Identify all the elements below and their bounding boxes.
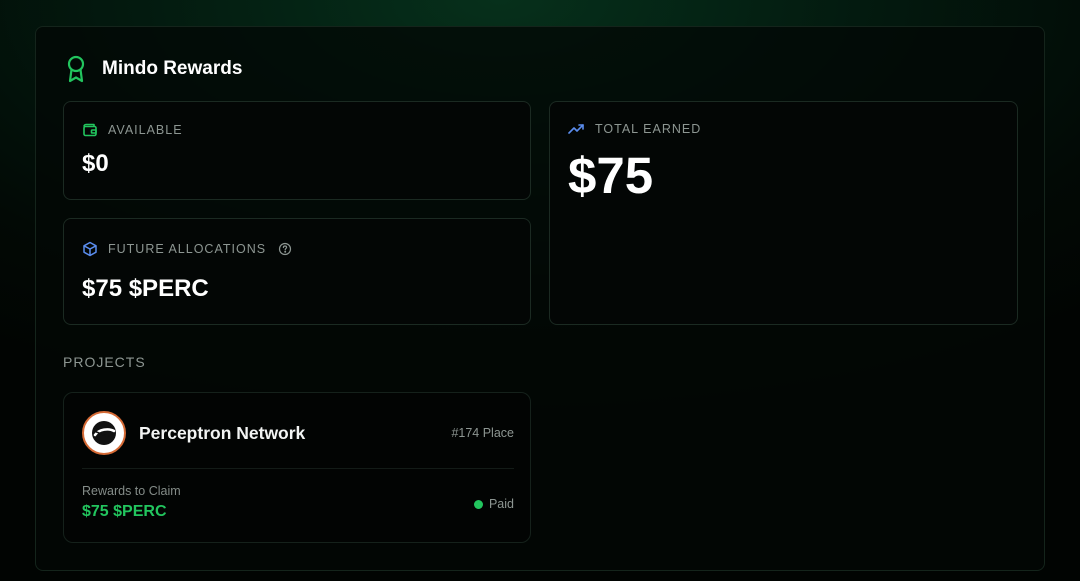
available-value: $0 [82, 150, 109, 177]
future-allocations-card: FUTURE ALLOCATIONS $75 $PERC [63, 218, 531, 325]
perceptron-logo-icon [90, 419, 118, 447]
trending-up-icon [568, 122, 585, 136]
future-allocations-label: FUTURE ALLOCATIONS [108, 242, 267, 256]
panel-header: Mindo Rewards [64, 55, 242, 83]
status-badge: Paid [473, 497, 514, 511]
status-text: Paid [488, 497, 514, 511]
projects-heading: PROJECTS [63, 354, 146, 370]
available-card: AVAILABLE $0 [63, 101, 531, 200]
project-name: Perceptron Network [139, 423, 306, 443]
help-circle-icon[interactable] [278, 242, 292, 256]
available-label: AVAILABLE [108, 123, 183, 137]
project-rank: #174 Place [451, 426, 514, 440]
total-earned-value: $75 [568, 147, 654, 204]
project-divider [82, 468, 514, 469]
rewards-panel: Mindo Rewards AVAILABLE $0 FUTURE ALLOCA… [35, 26, 1045, 571]
panel-title: Mindo Rewards [102, 58, 243, 79]
wallet-icon [82, 122, 98, 138]
project-avatar [82, 411, 126, 455]
rewards-to-claim-value: $75 $PERC [82, 503, 167, 520]
award-ribbon-icon [64, 55, 88, 83]
future-allocations-label-row: FUTURE ALLOCATIONS [82, 241, 292, 257]
total-earned-card: TOTAL EARNED $75 [549, 101, 1018, 325]
project-card[interactable]: Perceptron Network #174 Place Rewards to… [63, 392, 531, 543]
rewards-to-claim-label: Rewards to Claim [82, 484, 181, 498]
available-label-row: AVAILABLE [82, 122, 183, 138]
total-earned-label-row: TOTAL EARNED [568, 122, 701, 136]
cube-icon [82, 241, 98, 257]
total-earned-label: TOTAL EARNED [595, 122, 702, 136]
status-dot-icon [473, 499, 483, 509]
future-allocations-value: $75 $PERC [82, 275, 209, 302]
